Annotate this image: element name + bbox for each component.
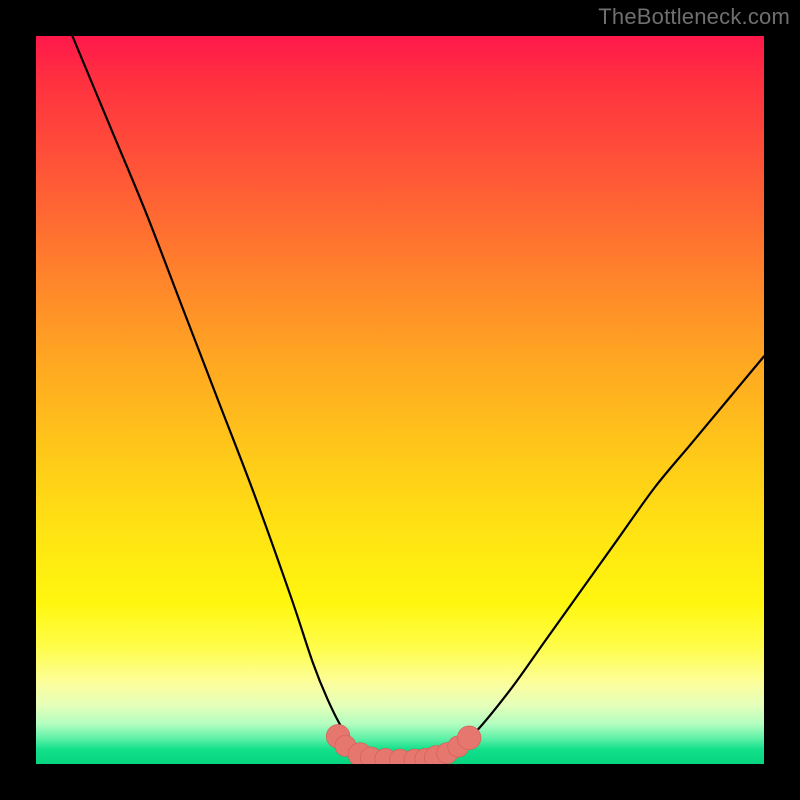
- bottleneck-curve: [72, 36, 764, 760]
- plot-area: [36, 36, 764, 764]
- curve-layer: [36, 36, 764, 764]
- watermark-text: TheBottleneck.com: [598, 4, 790, 30]
- curve-markers: [326, 724, 481, 764]
- chart-frame: TheBottleneck.com: [0, 0, 800, 800]
- curve-marker: [457, 726, 481, 750]
